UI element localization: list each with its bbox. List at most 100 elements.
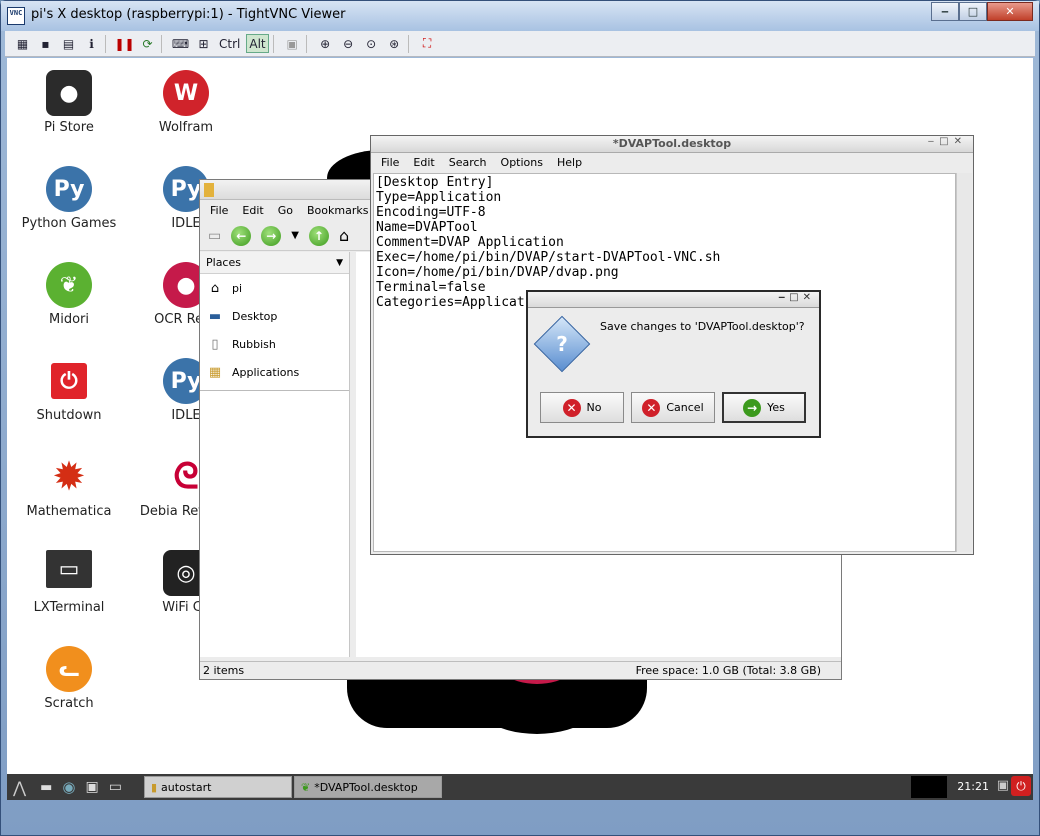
yes-label: Yes: [767, 401, 785, 414]
desktop-icon-lxterminal[interactable]: ▭ LXTerminal: [14, 550, 124, 615]
place-item-desktop[interactable]: ▬ Desktop: [200, 302, 349, 330]
toolbar-separator: [272, 34, 279, 53]
alt-toggle[interactable]: Alt: [246, 34, 269, 53]
history-dropdown-icon[interactable]: ▼: [291, 230, 299, 241]
terminal-launcher-icon[interactable]: ▭: [109, 779, 122, 795]
places-label: Places: [206, 256, 241, 269]
lxde-menu-icon[interactable]: ⋀: [13, 778, 26, 797]
power-icon: ⏻: [51, 363, 87, 399]
task-dvaptool-desktop[interactable]: ❦ *DVAPTool.desktop: [293, 776, 442, 798]
menu-search[interactable]: Search: [449, 156, 487, 169]
cancel-button[interactable]: ✕ Cancel: [631, 392, 715, 423]
zoom-out-icon[interactable]: ⊖: [339, 34, 358, 53]
file-manager-launcher-icon[interactable]: ▬: [40, 780, 52, 795]
editor-window-controls[interactable]: ‒□✕: [928, 136, 967, 147]
dialog-message: Save changes to 'DVAPTool.desktop'?: [600, 320, 805, 333]
place-item-pi[interactable]: ⌂ pi: [200, 274, 349, 302]
ctrl-alt-del-icon[interactable]: ⌨: [171, 34, 190, 53]
trash-icon: ▯: [211, 336, 219, 352]
menu-options[interactable]: Options: [501, 156, 543, 169]
folder-icon: [204, 183, 214, 197]
desktop-icon-python-games[interactable]: Py Python Games: [14, 166, 124, 231]
desktop-icon-pi-store[interactable]: ● Pi Store: [14, 70, 124, 135]
mathematica-star-icon: ✹: [52, 454, 86, 500]
remote-desktop[interactable]: ● Pi Store Py Python Games ❦ Midori ⏻ Sh…: [7, 58, 1033, 800]
place-label: pi: [232, 281, 243, 295]
arrow-right-icon: →: [743, 398, 762, 417]
task-autostart[interactable]: ▮ autostart: [143, 776, 292, 798]
logout-icon[interactable]: ⏻: [1011, 776, 1031, 796]
desktop-icon-shutdown[interactable]: ⏻ Shutdown: [14, 358, 124, 423]
desktop-icon-mathematica[interactable]: ✹ Mathematica: [14, 454, 124, 519]
no-button[interactable]: ✕ No: [540, 392, 624, 423]
place-item-rubbish[interactable]: ▯ Rubbish: [200, 330, 349, 358]
yes-button[interactable]: → Yes: [722, 392, 806, 423]
editor-titlebar[interactable]: *DVAPTool.desktop ‒□✕: [371, 136, 973, 153]
no-label: No: [586, 401, 602, 414]
raspberry-bag-icon: ●: [46, 70, 92, 116]
places-header[interactable]: Places ▼: [200, 252, 349, 274]
desktop-icon-wolfram[interactable]: W Wolfram: [131, 70, 241, 135]
zoom-in-icon[interactable]: ⊕: [316, 34, 335, 53]
code-line: Name=DVAPTool: [376, 220, 478, 235]
menu-bookmarks[interactable]: Bookmarks: [307, 204, 368, 217]
zoom-fit-icon[interactable]: ⊛: [385, 34, 404, 53]
vnc-titlebar[interactable]: VNC pi's X desktop (raspberrypi:1) - Tig…: [1, 1, 1039, 31]
menu-file[interactable]: File: [381, 156, 399, 169]
forward-icon[interactable]: →: [261, 225, 282, 246]
fullscreen-icon[interactable]: ⛶: [418, 34, 437, 53]
folder-icon: ▮: [150, 780, 158, 794]
dialog-titlebar[interactable]: ‒□✕: [528, 292, 819, 308]
editor-scrollbar[interactable]: [956, 173, 972, 552]
browser-launcher-icon[interactable]: ◉: [62, 778, 75, 796]
refresh-icon[interactable]: ⟳: [138, 34, 157, 53]
clipboard-icon[interactable]: ▣: [283, 34, 302, 53]
menu-go[interactable]: Go: [278, 204, 293, 217]
info-icon[interactable]: ℹ: [82, 34, 101, 53]
maximize-button[interactable]: □: [959, 2, 987, 21]
pause-icon[interactable]: ❚❚: [114, 34, 134, 53]
desktop-icon-label: Scratch: [44, 696, 94, 711]
place-item-applications[interactable]: ▦ Applications: [200, 358, 349, 386]
code-line: Icon=/home/pi/bin/DVAP/dvap.png: [376, 265, 619, 280]
close-button[interactable]: ✕: [987, 2, 1033, 21]
item-count: 2 items: [203, 664, 245, 677]
menu-edit[interactable]: Edit: [413, 156, 434, 169]
cpu-monitor-graph: [911, 776, 947, 798]
home-icon[interactable]: ⌂: [339, 226, 349, 245]
zoom-100-icon[interactable]: ⊙: [362, 34, 381, 53]
back-icon[interactable]: ←: [231, 225, 252, 246]
show-desktop-icon[interactable]: ▣: [86, 779, 99, 795]
toolbar-separator: [105, 34, 111, 53]
place-label: Rubbish: [232, 337, 276, 351]
windows-key-icon[interactable]: ⊞: [194, 34, 213, 53]
desktop-icon-label: Pi Store: [44, 120, 94, 135]
toolbar-separator: [407, 34, 414, 53]
options-icon[interactable]: ▤: [59, 34, 78, 53]
wolf-icon: W: [163, 70, 209, 116]
save-icon[interactable]: ▪: [36, 34, 55, 53]
desktop-icon-label: LXTerminal: [33, 600, 105, 615]
desktop-icon: ▬: [208, 308, 222, 324]
monitor-icon: ▭: [46, 550, 92, 588]
desktop-icon-scratch[interactable]: ᓚ Scratch: [14, 646, 124, 711]
cancel-icon: ✕: [642, 398, 661, 417]
new-connection-icon[interactable]: ▦: [13, 34, 32, 53]
menu-file[interactable]: File: [210, 204, 228, 217]
dialog-window-controls[interactable]: ‒□✕: [778, 292, 815, 303]
up-icon[interactable]: ↑: [308, 225, 329, 246]
place-label: Desktop: [232, 309, 278, 323]
menu-help[interactable]: Help: [557, 156, 582, 169]
minimize-button[interactable]: ‒: [931, 2, 959, 21]
free-space: Free space: 1.0 GB (Total: 3.8 GB): [635, 664, 821, 677]
new-tab-icon[interactable]: ▭: [208, 228, 221, 244]
desktop-icon-midori[interactable]: ❦ Midori: [14, 262, 124, 327]
scratch-cat-icon: ᓚ: [46, 646, 92, 692]
chevron-down-icon[interactable]: ▼: [336, 258, 343, 268]
ctrl-toggle[interactable]: Ctrl: [217, 34, 242, 53]
menu-edit[interactable]: Edit: [242, 204, 263, 217]
task-label: autostart: [161, 780, 212, 794]
save-changes-dialog: ‒□✕ ? Save changes to 'DVAPTool.desktop'…: [526, 290, 821, 438]
vnc-toolbar: ▦ ▪ ▤ ℹ ❚❚ ⟳ ⌨ ⊞ Ctrl Alt ▣ ⊕ ⊖ ⊙ ⊛ ⛶: [5, 31, 1035, 57]
lock-screen-icon[interactable]: ▣: [997, 778, 1009, 793]
